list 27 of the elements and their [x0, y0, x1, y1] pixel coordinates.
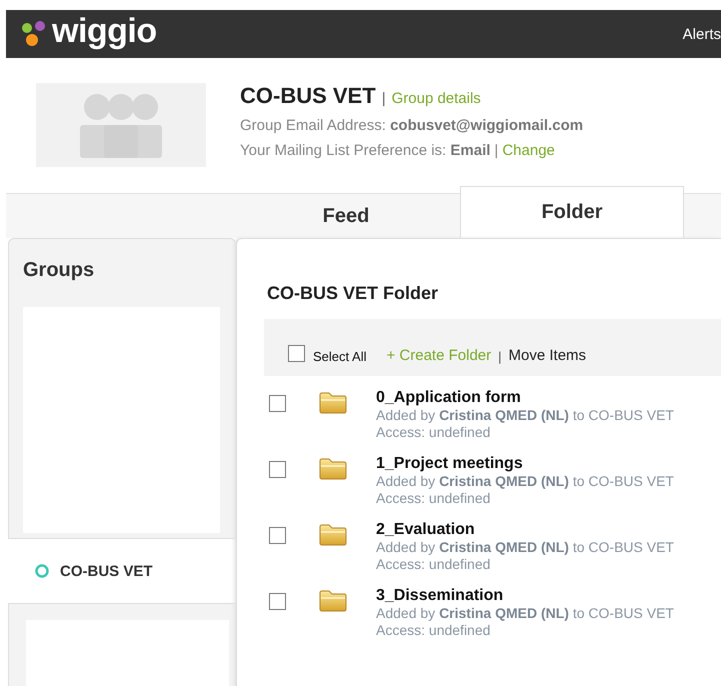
access-text: Access: undefined: [376, 622, 492, 639]
added-by-text: Added by Cristina QMED (NL) to CO-BUS VET: [376, 605, 674, 622]
groups-title: Groups: [23, 259, 96, 282]
added-by-text: Added by Cristina QMED (NL) to CO-BUS VET: [376, 539, 674, 556]
separator: |: [498, 349, 502, 364]
folder-name[interactable]: 0_Application form: [376, 389, 674, 407]
folder-name[interactable]: 3_Dissemination: [376, 587, 674, 605]
access-text: Access: undefined: [376, 490, 492, 507]
tab[interactable]: Feed: [232, 194, 460, 238]
folder-title: CO-BUS VET Folder: [267, 283, 440, 304]
added-by-text: Added by Cristina QMED (NL) to CO-BUS VET: [376, 473, 674, 490]
mailing-preference-text: Your Mailing List Preference is: Email: [240, 142, 490, 159]
folder-name[interactable]: 1_Project meetings: [376, 455, 674, 473]
move-items-link[interactable]: Move Items: [508, 347, 586, 364]
access-text: Access: undefined: [376, 424, 492, 441]
group-email-text: Group Email Address: cobusvet@wiggiomail.com: [240, 117, 584, 134]
folder-name[interactable]: 2_Evaluation: [376, 521, 674, 539]
separator: |: [494, 142, 498, 159]
separator: |: [382, 90, 386, 107]
alerts-link[interactable]: Alerts: [682, 26, 721, 42]
group-item[interactable]: CO-BUS VET: [60, 562, 153, 580]
logo-text: wiggio: [52, 11, 157, 52]
select-all-label[interactable]: Select All: [313, 349, 366, 364]
added-by-text: Added by Cristina QMED (NL) to CO-BUS VET: [376, 407, 674, 424]
access-text: Access: undefined: [376, 556, 492, 573]
tab[interactable]: Folder: [460, 186, 684, 238]
group-name: CO-BUS VET: [240, 83, 376, 109]
